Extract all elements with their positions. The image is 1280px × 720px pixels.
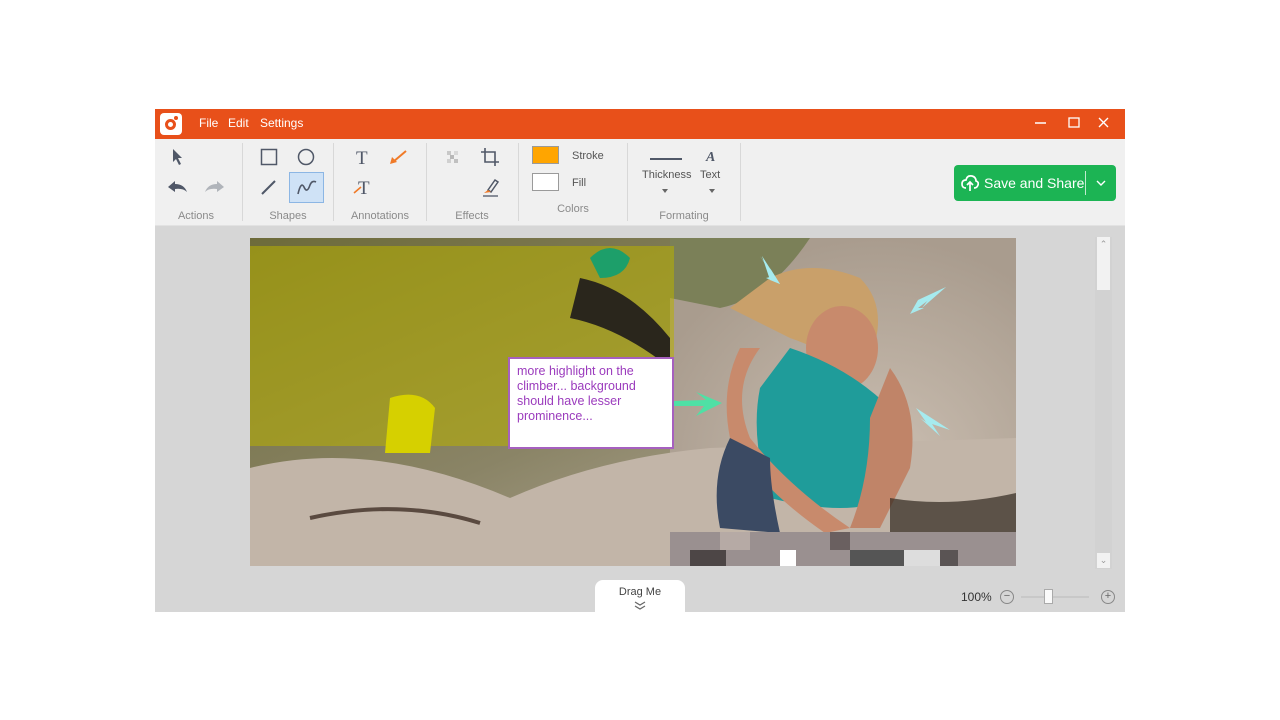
arrow-icon — [390, 150, 407, 164]
zoom-out-icon[interactable]: − — [1000, 590, 1014, 604]
thickness-dropdown[interactable]: Thickness — [642, 145, 692, 193]
text-annotation-icon: T — [353, 178, 370, 196]
group-label-formatting: Formating — [659, 210, 709, 222]
highlighter-tool[interactable] — [475, 173, 505, 201]
chevron-down-icon — [709, 189, 715, 193]
save-and-share-label: Save and Share — [984, 175, 1085, 191]
cloud-upload-icon — [961, 174, 979, 191]
crop-tool[interactable] — [475, 143, 505, 171]
circle-icon — [297, 148, 315, 166]
redo-icon — [205, 181, 224, 192]
group-label-effects: Effects — [455, 210, 489, 222]
line-tool[interactable] — [254, 173, 284, 201]
menu-file[interactable]: File — [199, 116, 218, 130]
text-tool[interactable]: T — [348, 143, 378, 171]
maximize-icon — [1068, 117, 1080, 128]
text-label: Text — [700, 169, 721, 181]
fill-color-swatch[interactable] — [532, 173, 559, 191]
double-chevron-down-icon — [634, 601, 646, 610]
title-bar: File Edit Settings — [155, 109, 1125, 139]
freehand-curve-icon — [296, 180, 316, 194]
svg-text:T: T — [356, 148, 368, 166]
scroll-thumb[interactable] — [1097, 252, 1110, 290]
separator — [740, 143, 741, 221]
callout-text-tool[interactable]: T — [348, 173, 378, 201]
close-button[interactable] — [1094, 114, 1114, 134]
text-format-dropdown[interactable]: A Text — [696, 145, 726, 193]
rectangle-tool[interactable] — [254, 143, 284, 171]
maximize-button[interactable] — [1064, 114, 1084, 134]
app-window: File Edit Settings Actions Shapes T T An… — [155, 109, 1125, 612]
pixelate-tool[interactable] — [438, 143, 468, 171]
zoom-level: 100% — [961, 590, 992, 604]
svg-text:A: A — [705, 150, 715, 164]
freehand-tool[interactable] — [289, 172, 324, 203]
zoom-slider-thumb[interactable] — [1044, 589, 1053, 604]
pointer-icon — [173, 149, 182, 165]
stroke-color-swatch[interactable] — [532, 146, 559, 164]
pixelate-icon — [447, 151, 458, 163]
arrow-tool[interactable] — [383, 143, 413, 171]
stroke-label: Stroke — [572, 150, 604, 162]
rectangle-icon — [260, 148, 278, 166]
undo-button[interactable] — [163, 173, 193, 201]
crop-icon — [481, 148, 499, 166]
save-and-share-button[interactable]: Save and Share — [954, 165, 1116, 201]
scroll-up-icon[interactable]: ⌃ — [1097, 237, 1110, 252]
zoom-slider-track[interactable] — [1021, 596, 1089, 598]
font-icon: A — [705, 150, 715, 164]
undo-icon — [168, 181, 187, 192]
canvas-area: more highlight on the climber... backgro… — [155, 226, 1125, 612]
app-logo-icon — [160, 113, 182, 135]
thickness-line-icon — [650, 158, 682, 160]
menu-settings[interactable]: Settings — [260, 116, 303, 130]
vertical-scrollbar[interactable]: ⌃ ⌄ — [1095, 237, 1112, 569]
close-icon — [1098, 117, 1109, 128]
minimize-icon — [1035, 122, 1046, 124]
toolbar: Actions Shapes T T Annotations Effects S… — [155, 139, 1125, 226]
menu-edit[interactable]: Edit — [228, 116, 249, 130]
scroll-down-icon[interactable]: ⌄ — [1097, 553, 1110, 568]
text-icon: T — [356, 148, 368, 166]
thickness-label: Thickness — [642, 169, 692, 181]
group-label-actions: Actions — [177, 210, 215, 222]
drag-handle[interactable]: Drag Me — [595, 580, 685, 612]
ellipse-tool[interactable] — [291, 143, 321, 171]
highlighter-icon — [483, 178, 500, 197]
chevron-down-icon — [662, 189, 668, 193]
group-label-colors: Colors — [557, 203, 589, 215]
save-options-dropdown[interactable] — [1086, 165, 1116, 201]
line-icon — [261, 180, 276, 195]
fill-label: Fill — [572, 177, 587, 189]
chevron-down-icon — [1096, 180, 1106, 186]
image-canvas[interactable]: more highlight on the climber... backgro… — [250, 238, 1016, 566]
redo-button[interactable] — [199, 173, 229, 201]
zoom-in-icon[interactable]: + — [1101, 590, 1115, 604]
minimize-button[interactable] — [1031, 114, 1051, 134]
group-label-annotations: Annotations — [350, 210, 410, 222]
annotation-text-box[interactable]: more highlight on the climber... backgro… — [508, 357, 674, 449]
drag-label: Drag Me — [618, 586, 662, 598]
group-label-shapes: Shapes — [269, 210, 307, 222]
select-tool[interactable] — [163, 143, 193, 171]
pixelated-region — [670, 532, 1016, 566]
